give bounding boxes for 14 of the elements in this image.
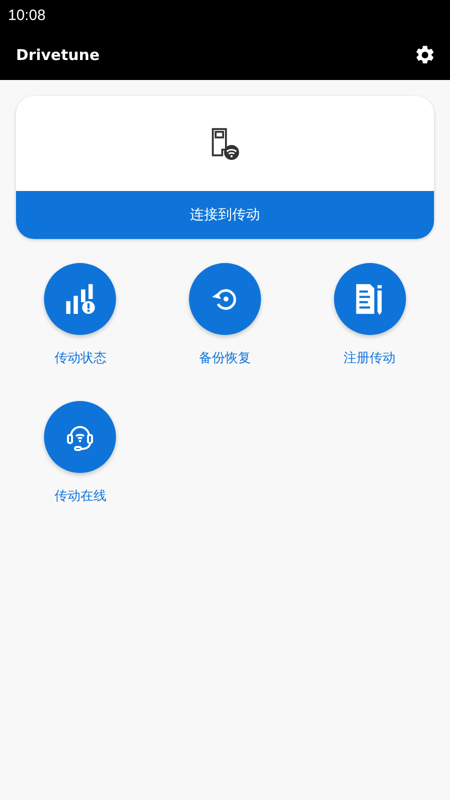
app-title: Drivetune <box>16 46 100 64</box>
device-wifi-icon <box>210 126 240 160</box>
action-label: 传动状态 <box>54 350 106 367</box>
action-button[interactable] <box>44 401 116 473</box>
action-button[interactable] <box>334 263 406 335</box>
settings-icon[interactable] <box>414 44 436 66</box>
action-label: 备份恢复 <box>198 350 251 367</box>
signal-alert-icon <box>63 282 98 316</box>
connect-button[interactable]: 连接到传动 <box>16 191 434 239</box>
status-time: 10:08 <box>8 6 46 24</box>
action-button[interactable] <box>188 263 261 335</box>
action-label: 传动在线 <box>54 488 106 505</box>
action-label: 注册传动 <box>344 350 396 367</box>
action-button[interactable] <box>44 263 116 335</box>
